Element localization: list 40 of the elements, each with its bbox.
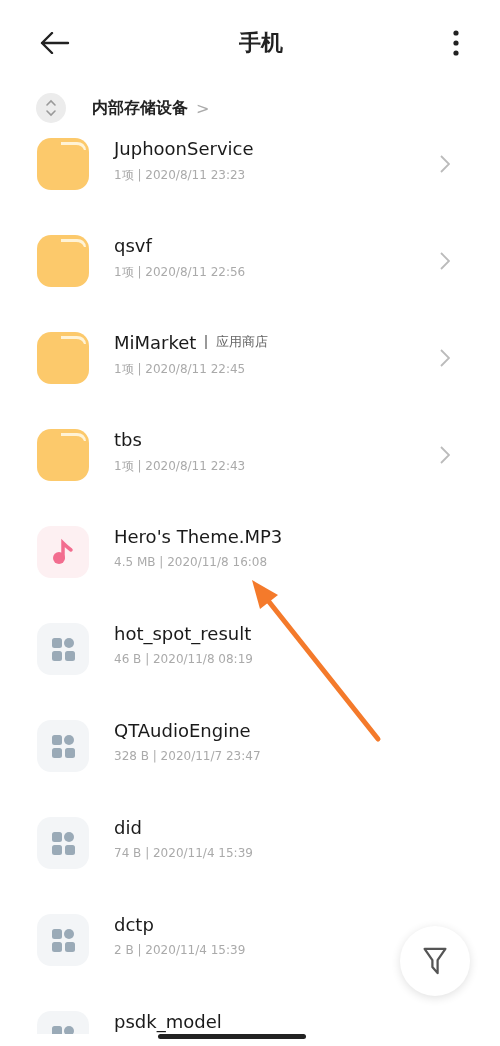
file-details: 2 B | 2020/11/4 15:39 — [114, 942, 247, 957]
music-note-icon — [37, 525, 89, 578]
file-name: dctp — [114, 913, 154, 935]
file-name: qsvf — [114, 234, 152, 256]
filter-button[interactable] — [400, 926, 470, 996]
file-name: QTAudioEngine — [114, 719, 251, 741]
app-grid-icon — [37, 913, 89, 966]
file-details: 46 B | 2020/11/8 08:19 — [114, 651, 254, 666]
file-name: tbs — [114, 428, 142, 450]
chevron-right-icon — [440, 154, 450, 173]
chevron-text: > — [196, 98, 210, 118]
file-details: 74 B | 2020/11/4 15:39 — [114, 845, 254, 860]
file-details: 328 B | 2020/11/7 23:47 — [114, 748, 262, 763]
file-details: 1项 | 2020/8/11 23:23 — [114, 166, 247, 184]
file-details: 4.5 MB | 2020/11/8 16:08 — [114, 554, 269, 569]
file-details: 1项 | 2020/8/11 22:45 — [114, 360, 247, 378]
file-details: 1项 | 2020/8/11 22:43 — [114, 457, 247, 475]
page-title: 手机 — [239, 29, 283, 57]
breadcrumb-link[interactable]: 内部存储设备 — [92, 97, 188, 119]
app-grid-icon — [37, 719, 89, 772]
chevron-right-icon — [440, 348, 450, 367]
file-name: MiMarket — [114, 331, 197, 353]
chevron-right-icon — [440, 251, 450, 270]
folder-icon — [37, 428, 89, 481]
app-grid-icon — [37, 622, 89, 675]
folder-icon — [37, 234, 89, 287]
file-name: JuphoonService — [114, 137, 254, 159]
file-details: 1项 | 2020/8/11 22:56 — [114, 263, 247, 281]
file-name: did — [114, 816, 142, 838]
folder-icon — [37, 137, 89, 190]
file-name: Hero's Theme.MP3 — [114, 525, 283, 547]
folder-icon — [37, 331, 89, 384]
chevron-right-icon — [440, 445, 450, 464]
filter-icon — [422, 946, 448, 976]
more-options-icon[interactable] — [452, 30, 460, 56]
app-label: 应用商店 — [216, 333, 269, 351]
back-arrow-icon[interactable] — [40, 32, 70, 54]
app-grid-icon — [37, 816, 89, 869]
file-name: psdk_model — [114, 1010, 222, 1032]
file-name: hot_spot_result — [114, 622, 252, 644]
